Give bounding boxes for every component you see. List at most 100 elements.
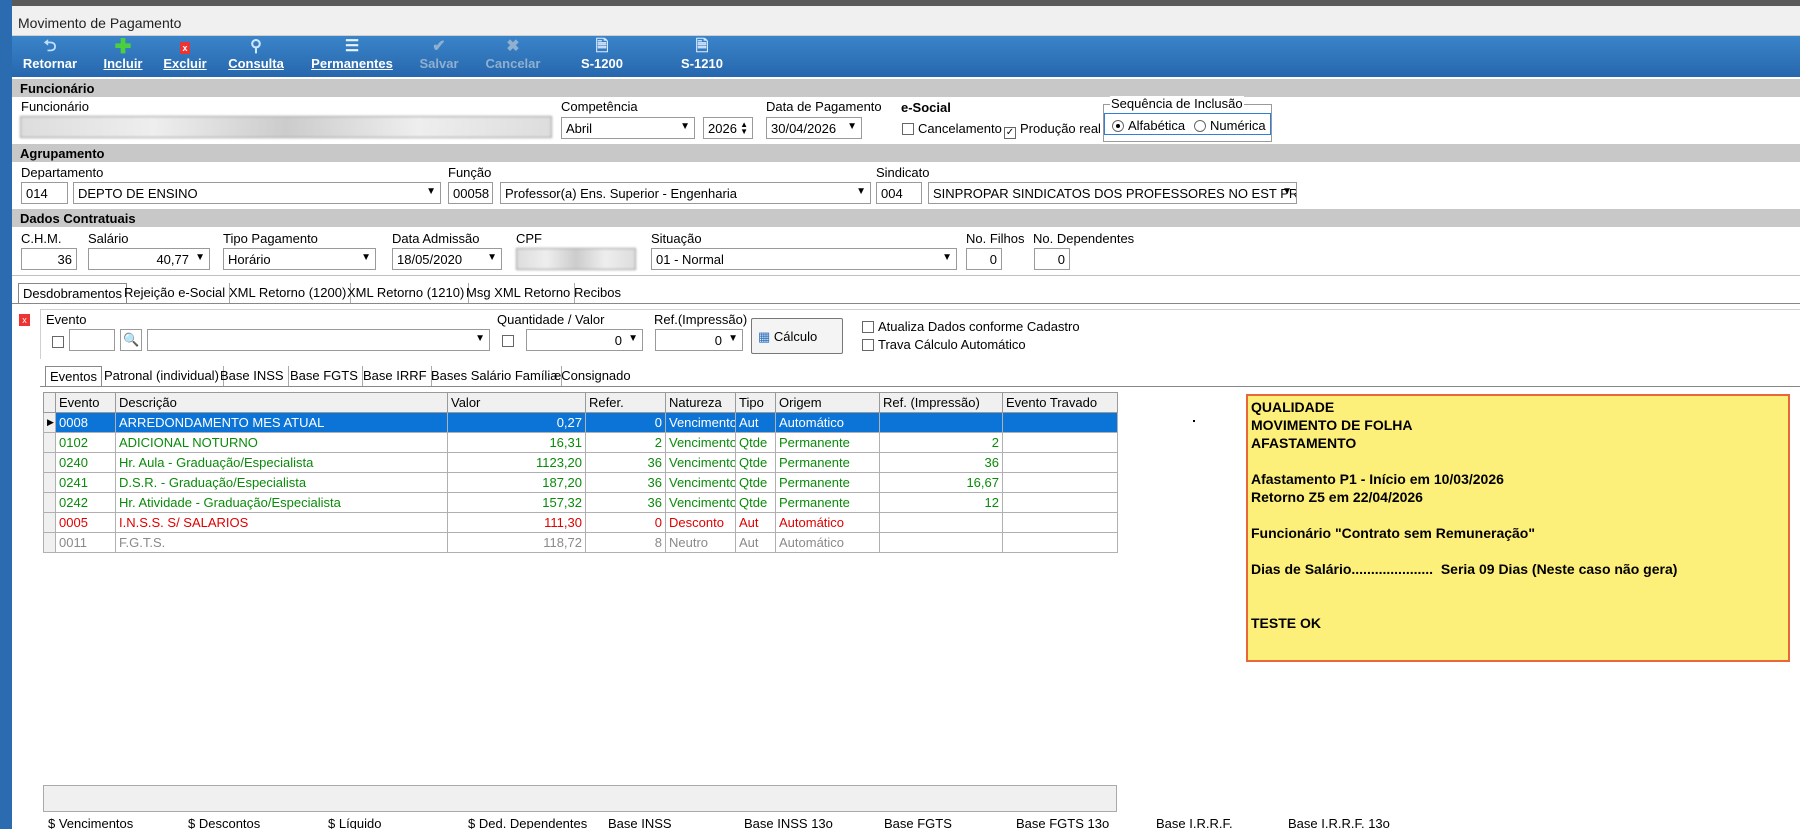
- cell-evento[interactable]: 0102: [55, 432, 116, 453]
- tipo-pagamento-select[interactable]: Horário ▼: [223, 248, 376, 270]
- permanentes-button[interactable]: ☰ Permanentes: [302, 38, 402, 76]
- cell-refer[interactable]: 36: [585, 452, 666, 473]
- tab-msg-xml-retorno[interactable]: Msg XML Retorno: [462, 283, 576, 303]
- evento-checkbox[interactable]: [52, 334, 68, 349]
- table-row[interactable]: 0102 ADICIONAL NOTURNO 16,31 2 Vencimento Qtd…: [43, 432, 1118, 453]
- cell-evento[interactable]: 0005: [55, 512, 116, 533]
- cell-valor[interactable]: 157,32: [447, 492, 586, 513]
- trava-calculo-checkbox[interactable]: Trava Cálculo Automático: [862, 337, 1026, 352]
- col-valor[interactable]: Valor: [447, 392, 586, 413]
- cell-tipo[interactable]: Aut: [735, 512, 776, 533]
- cell-valor[interactable]: 16,31: [447, 432, 586, 453]
- cell-natureza[interactable]: Vencimento: [665, 472, 736, 493]
- cell-origem[interactable]: Automático: [775, 512, 880, 533]
- cell-evento[interactable]: 0241: [55, 472, 116, 493]
- evento-codigo-field[interactable]: [69, 329, 115, 351]
- cancelamento-checkbox[interactable]: Cancelamento: [902, 121, 1002, 136]
- cell-descricao[interactable]: D.S.R. - Graduação/Especialista: [115, 472, 448, 493]
- cell-tipo[interactable]: Qtde: [735, 492, 776, 513]
- cell-refer[interactable]: 0: [585, 412, 666, 433]
- cell-tipo[interactable]: Qtde: [735, 452, 776, 473]
- cell-natureza[interactable]: Vencimento: [665, 432, 736, 453]
- cancelar-button[interactable]: ✖ Cancelar: [478, 38, 548, 76]
- cell-evento-travado[interactable]: [1002, 512, 1118, 533]
- cell-tipo[interactable]: Qtde: [735, 472, 776, 493]
- departamento-codigo-field[interactable]: 014: [21, 182, 68, 204]
- s1210-button[interactable]: 🗎 S-1210: [672, 38, 732, 76]
- cell-evento-travado[interactable]: [1002, 412, 1118, 433]
- col-ref-impressao[interactable]: Ref. (Impressão): [879, 392, 1003, 413]
- cell-tipo[interactable]: Aut: [735, 412, 776, 433]
- cell-refimp[interactable]: [879, 532, 1003, 553]
- tab-rejeicao-esocial[interactable]: Rejeição e-Social: [120, 283, 231, 303]
- evento-select[interactable]: ▼: [147, 329, 490, 351]
- table-row[interactable]: ▶ 0008 ARREDONDAMENTO MES ATUAL 0,27 0 Vencim…: [43, 412, 1118, 433]
- quantidade-valor-field[interactable]: 0 ▼: [526, 329, 643, 351]
- funcionario-field[interactable]: [20, 116, 552, 138]
- sindicato-codigo-field[interactable]: 004: [876, 182, 922, 204]
- cell-descricao[interactable]: F.G.T.S.: [115, 532, 448, 553]
- funcao-select[interactable]: Professor(a) Ens. Superior - Engenharia ▼: [500, 182, 871, 204]
- cell-valor[interactable]: 111,30: [447, 512, 586, 533]
- cell-evento[interactable]: 0008: [55, 412, 116, 433]
- cell-refer[interactable]: 36: [585, 472, 666, 493]
- cell-refimp[interactable]: [879, 412, 1003, 433]
- tab-recibos[interactable]: Recibos: [570, 283, 625, 303]
- cell-origem[interactable]: Permanente: [775, 452, 880, 473]
- cell-descricao[interactable]: I.N.S.S. S/ SALARIOS: [115, 512, 448, 533]
- cell-valor[interactable]: 1123,20: [447, 452, 586, 473]
- sindicato-select[interactable]: SINPROPAR SINDICATOS DOS PROFESSORES NO …: [928, 182, 1297, 204]
- quantidade-checkbox[interactable]: [502, 333, 518, 348]
- funcao-codigo-field[interactable]: 00058: [448, 182, 493, 204]
- col-evento[interactable]: Evento: [55, 392, 116, 413]
- cell-refer[interactable]: 36: [585, 492, 666, 513]
- cell-origem[interactable]: Permanente: [775, 472, 880, 493]
- cell-valor[interactable]: 0,27: [447, 412, 586, 433]
- producao-real-checkbox[interactable]: ✓ Produção real: [1004, 121, 1101, 139]
- cell-natureza[interactable]: Vencimento: [665, 452, 736, 473]
- col-tipo[interactable]: Tipo: [735, 392, 776, 413]
- observation-note[interactable]: QUALIDADE MOVIMENTO DE FOLHA AFASTAMENTO Af…: [1246, 394, 1790, 662]
- cell-natureza[interactable]: Desconto: [665, 512, 736, 533]
- cell-evento[interactable]: 0240: [55, 452, 116, 473]
- cpf-field[interactable]: [516, 248, 636, 270]
- no-filhos-field[interactable]: 0: [966, 248, 1002, 270]
- table-row[interactable]: 0241 D.S.R. - Graduação/Especialista 187,2…: [43, 472, 1118, 493]
- cell-descricao[interactable]: Hr. Aula - Graduação/Especialista: [115, 452, 448, 473]
- cell-refimp[interactable]: 16,67: [879, 472, 1003, 493]
- incluir-button[interactable]: ✚ Incluir: [98, 37, 148, 76]
- tab-base-fgts[interactable]: Base FGTS: [286, 366, 363, 386]
- excluir-button[interactable]: x Excluir: [160, 38, 210, 76]
- cell-refimp[interactable]: 2: [879, 432, 1003, 453]
- consulta-button[interactable]: ⚲ Consulta: [226, 38, 286, 76]
- tab-base-inss[interactable]: Base INSS: [216, 366, 289, 386]
- chm-field[interactable]: 36: [21, 248, 77, 270]
- col-refer[interactable]: Refer.: [585, 392, 666, 413]
- tab-desdobramentos[interactable]: Desdobramentos: [18, 283, 127, 303]
- cell-natureza[interactable]: Vencimento: [665, 412, 736, 433]
- col-evento-travado[interactable]: Evento Travado: [1002, 392, 1118, 413]
- cell-valor[interactable]: 187,20: [447, 472, 586, 493]
- cell-refimp[interactable]: 12: [879, 492, 1003, 513]
- cell-refer[interactable]: 2: [585, 432, 666, 453]
- cell-refer[interactable]: 8: [585, 532, 666, 553]
- cell-evento-travado[interactable]: [1002, 472, 1118, 493]
- atualiza-dados-checkbox[interactable]: Atualiza Dados conforme Cadastro: [862, 319, 1080, 334]
- tab-xml-retorno-1200[interactable]: XML Retorno (1200): [225, 283, 352, 303]
- table-row[interactable]: 0240 Hr. Aula - Graduação/Especialista 112…: [43, 452, 1118, 473]
- cell-evento-travado[interactable]: [1002, 452, 1118, 473]
- situacao-select[interactable]: 01 - Normal ▼: [651, 248, 957, 270]
- cell-natureza[interactable]: Vencimento: [665, 492, 736, 513]
- cell-evento[interactable]: 0242: [55, 492, 116, 513]
- competencia-ano-spinner[interactable]: 2026 ▲ ▼: [703, 117, 753, 139]
- cell-origem[interactable]: Automático: [775, 532, 880, 553]
- tab-patronal[interactable]: Patronal (individual): [100, 366, 224, 386]
- departamento-select[interactable]: DEPTO DE ENSINO ▼: [73, 182, 441, 204]
- cell-refimp[interactable]: 36: [879, 452, 1003, 473]
- data-admissao-picker[interactable]: 18/05/2020 ▼: [392, 248, 502, 270]
- cell-refer[interactable]: 0: [585, 512, 666, 533]
- tab-eventos[interactable]: Eventos: [45, 366, 102, 386]
- col-natureza[interactable]: Natureza: [665, 392, 736, 413]
- tab-base-irrf[interactable]: Base IRRF: [359, 366, 432, 386]
- table-row[interactable]: 0242 Hr. Atividade - Graduação/Especialis…: [43, 492, 1118, 513]
